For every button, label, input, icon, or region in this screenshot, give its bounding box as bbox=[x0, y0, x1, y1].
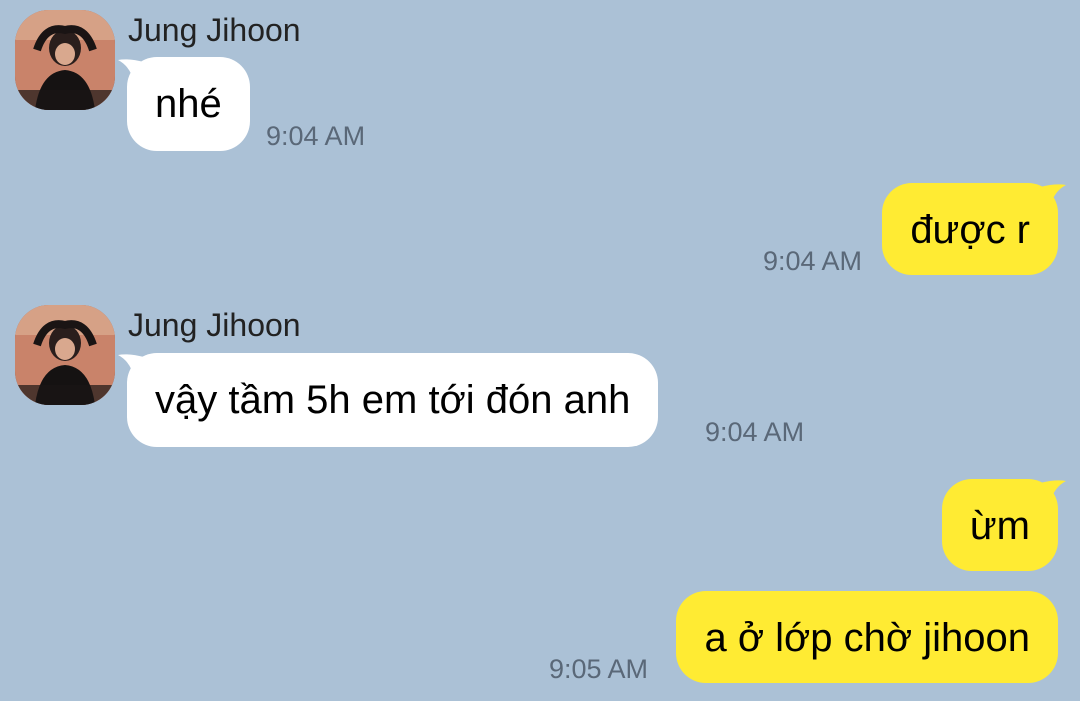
sender-name: Jung Jihoon bbox=[128, 307, 301, 343]
message-timestamp: 9:04 AM bbox=[762, 246, 862, 276]
sender-avatar[interactable] bbox=[15, 10, 115, 110]
message-timestamp: 9:05 AM bbox=[548, 654, 648, 684]
message-timestamp: 9:04 AM bbox=[705, 417, 805, 447]
message-timestamp: 9:04 AM bbox=[266, 121, 366, 151]
message-bubble-incoming[interactable]: vậy tầm 5h em tới đón anh bbox=[127, 353, 659, 447]
user-avatar-icon bbox=[15, 305, 115, 405]
user-avatar-icon bbox=[15, 10, 115, 110]
sender-name: Jung Jihoon bbox=[128, 12, 301, 48]
bubble-tail-icon bbox=[1040, 184, 1066, 207]
bubble-tail-icon bbox=[1040, 480, 1066, 503]
message-bubble-outgoing[interactable]: a ở lớp chờ jihoon bbox=[676, 591, 1058, 683]
sender-avatar[interactable] bbox=[15, 305, 115, 405]
message-bubble-incoming[interactable]: nhé bbox=[127, 57, 250, 151]
message-bubble-outgoing[interactable]: được r bbox=[882, 183, 1058, 275]
